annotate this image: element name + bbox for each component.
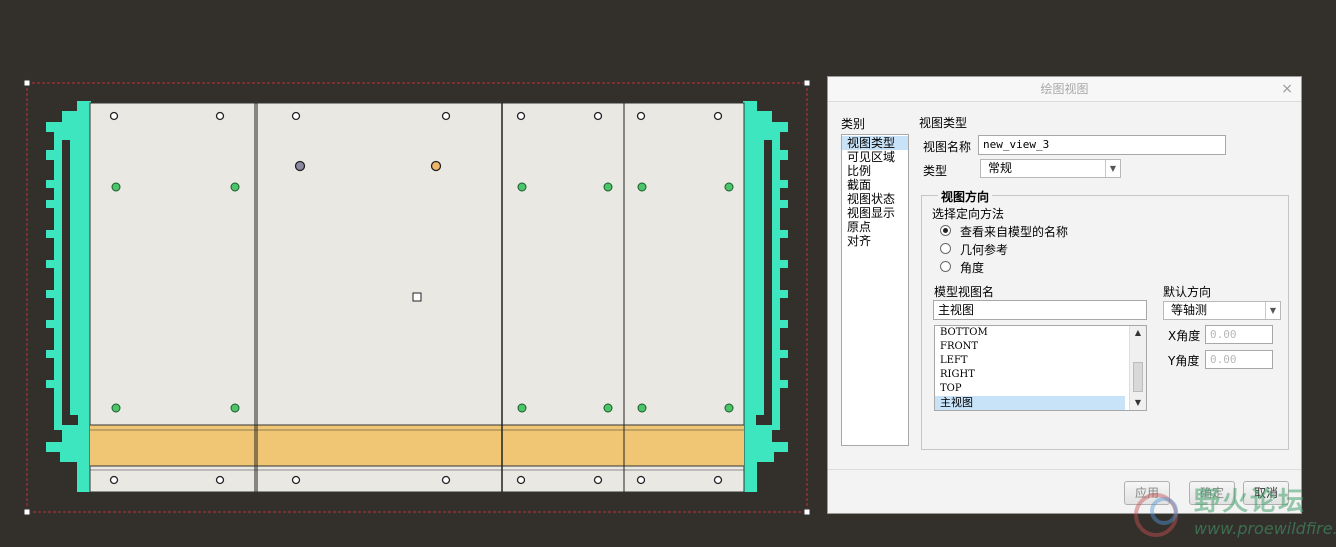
radio-label[interactable]: 角度 bbox=[960, 259, 984, 276]
default-orientation-select[interactable]: 等轴测 ▼ bbox=[1163, 301, 1281, 320]
chevron-down-icon[interactable]: ▼ bbox=[1105, 160, 1120, 177]
drawing-view-dialog: 绘图视图 × 类别 视图类型 可见区域 比例 截面 视图状态 视图显示 原点 对… bbox=[827, 76, 1302, 514]
scroll-down-icon[interactable]: ▼ bbox=[1130, 396, 1146, 410]
scroll-up-icon[interactable]: ▲ bbox=[1130, 326, 1146, 340]
chevron-down-icon[interactable]: ▼ bbox=[1265, 302, 1280, 319]
watermark-site-name: 野火论坛 bbox=[1194, 487, 1307, 517]
y-angle-label: Y角度 bbox=[1168, 354, 1200, 368]
drawing-canvas[interactable] bbox=[0, 0, 830, 547]
site-watermark: 野火论坛 www.proewildfire.cn bbox=[1126, 479, 1336, 547]
button-separator bbox=[828, 469, 1301, 470]
view-name-input[interactable]: new_view_3 bbox=[978, 135, 1226, 155]
selection-handle-bl[interactable] bbox=[23, 508, 31, 516]
radio-label[interactable]: 查看来自模型的名称 bbox=[960, 223, 1068, 240]
gray-hole bbox=[294, 160, 306, 172]
category-item[interactable]: 原点 bbox=[842, 220, 908, 234]
category-item[interactable]: 可见区域 bbox=[842, 150, 908, 164]
group-title: 视图方向 bbox=[938, 188, 993, 205]
type-label: 类型 bbox=[923, 164, 948, 178]
list-item[interactable]: TOP bbox=[935, 382, 1125, 396]
x-angle-input[interactable]: 0.00 bbox=[1205, 325, 1273, 344]
radio-label[interactable]: 几何参考 bbox=[960, 241, 1008, 258]
radio-geometry-ref[interactable] bbox=[940, 243, 951, 254]
left-rail-profile bbox=[46, 101, 91, 492]
model-view-list[interactable]: BOTTOM FRONT LEFT RIGHT TOP 主视图 ▲ ▼ bbox=[934, 325, 1147, 411]
method-label: 选择定向方法 bbox=[932, 207, 1005, 221]
type-select-value: 常规 bbox=[988, 161, 1013, 175]
watermark-url: www.proewildfire.cn bbox=[1194, 519, 1336, 538]
radio-model-name[interactable] bbox=[940, 225, 951, 236]
watermark-logo-icon bbox=[1134, 493, 1178, 537]
list-item[interactable]: 主视图 bbox=[935, 396, 1125, 410]
section-title: 视图类型 bbox=[919, 116, 968, 130]
scroll-thumb[interactable] bbox=[1133, 362, 1143, 392]
right-rail-profile bbox=[743, 101, 788, 492]
default-orientation-value: 等轴测 bbox=[1171, 303, 1208, 317]
model-view-name-input[interactable]: 主视图 bbox=[933, 300, 1147, 320]
type-select[interactable]: 常规 ▼ bbox=[980, 159, 1121, 178]
dialog-title: 绘图视图 bbox=[1040, 82, 1089, 96]
y-angle-input[interactable]: 0.00 bbox=[1205, 350, 1273, 369]
list-item[interactable]: RIGHT bbox=[935, 368, 1125, 382]
view-origin-marker[interactable] bbox=[412, 292, 422, 302]
model-view-name-label: 模型视图名 bbox=[934, 285, 995, 299]
default-orientation-label: 默认方向 bbox=[1163, 285, 1212, 299]
accent-band bbox=[90, 425, 744, 466]
selection-handle-br[interactable] bbox=[803, 508, 811, 516]
selection-handle-tr[interactable] bbox=[803, 79, 811, 87]
category-item[interactable]: 视图状态 bbox=[842, 192, 908, 206]
view-name-label: 视图名称 bbox=[923, 140, 972, 154]
category-item[interactable]: 视图显示 bbox=[842, 206, 908, 220]
radio-angle[interactable] bbox=[940, 261, 951, 272]
list-scrollbar[interactable]: ▲ ▼ bbox=[1129, 326, 1146, 410]
x-angle-label: X角度 bbox=[1168, 329, 1201, 343]
category-header: 类别 bbox=[841, 117, 866, 131]
category-list[interactable]: 视图类型 可见区域 比例 截面 视图状态 视图显示 原点 对齐 bbox=[841, 134, 909, 446]
category-item[interactable]: 截面 bbox=[842, 178, 908, 192]
close-icon[interactable]: × bbox=[1281, 77, 1293, 101]
list-item[interactable]: FRONT bbox=[935, 340, 1125, 354]
dialog-titlebar[interactable]: 绘图视图 × bbox=[828, 77, 1301, 102]
selection-handle-tl[interactable] bbox=[23, 79, 31, 87]
category-item[interactable]: 比例 bbox=[842, 164, 908, 178]
category-item[interactable]: 对齐 bbox=[842, 234, 908, 248]
list-item[interactable]: BOTTOM bbox=[935, 326, 1125, 340]
list-item[interactable]: LEFT bbox=[935, 354, 1125, 368]
category-item[interactable]: 视图类型 bbox=[842, 136, 908, 150]
orange-hole bbox=[430, 160, 442, 172]
